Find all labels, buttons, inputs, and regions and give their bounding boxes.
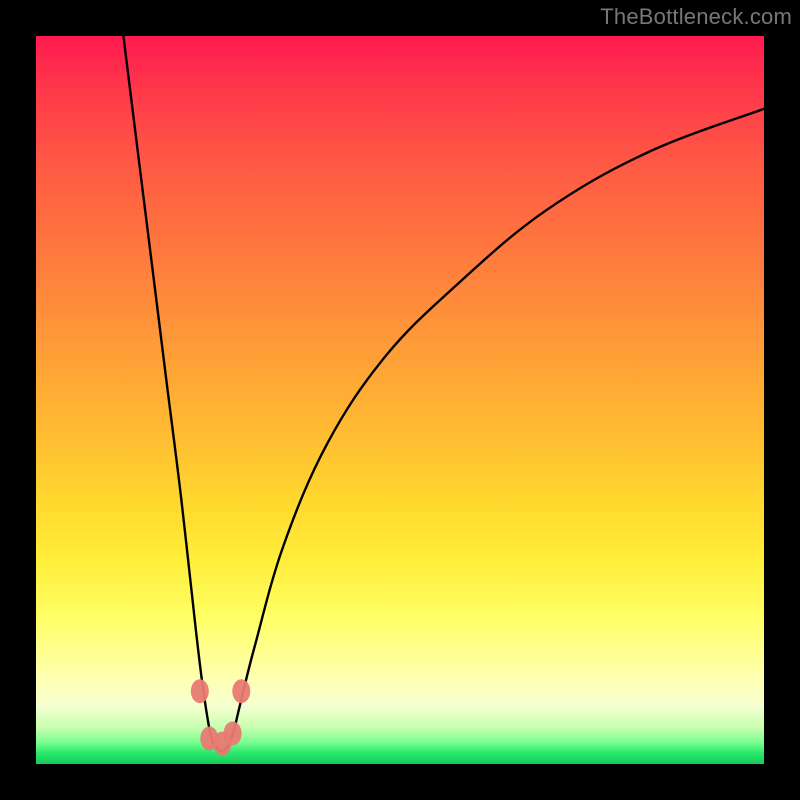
watermark-text: TheBottleneck.com [600,4,792,30]
plot-area [36,36,764,764]
trough-marker [191,679,209,703]
trough-markers [191,679,251,755]
bottleneck-curve-path [123,36,764,751]
trough-marker [224,721,242,745]
chart-frame: TheBottleneck.com [0,0,800,800]
trough-marker [232,679,250,703]
curve-svg [36,36,764,764]
